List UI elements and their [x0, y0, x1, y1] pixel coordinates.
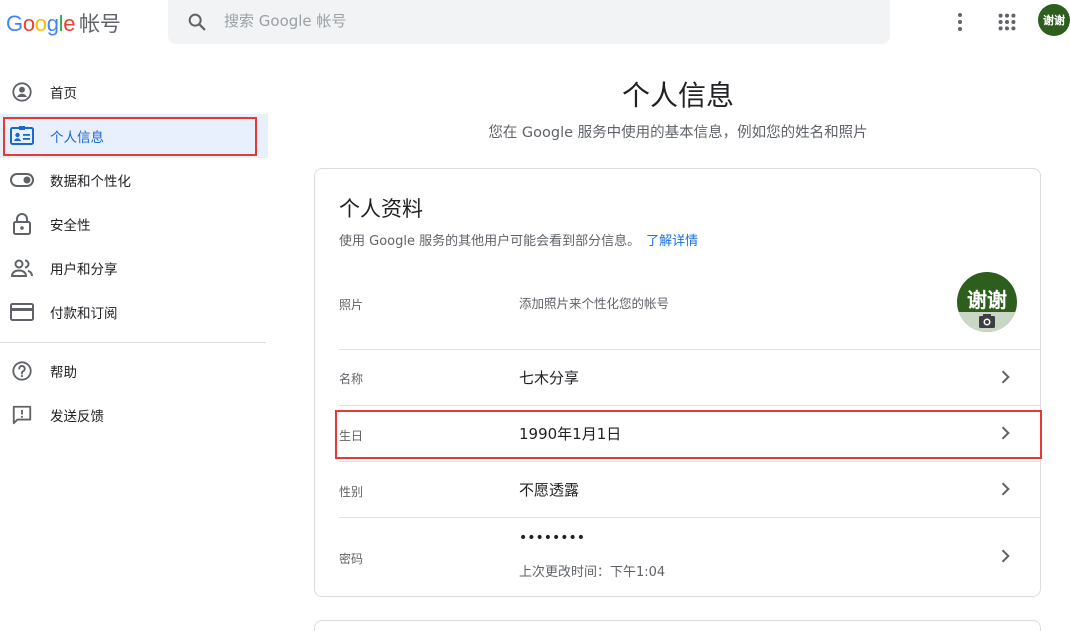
- row-label: 密码: [339, 552, 364, 566]
- sidebar-item-label: 用户和分享: [50, 262, 118, 278]
- sidebar-item-people-sharing[interactable]: 用户和分享: [0, 246, 268, 290]
- sidebar-item-label: 付款和订阅: [50, 306, 118, 322]
- password-row[interactable]: 密码 •••••••• 上次更改时间：下午1:04: [339, 518, 1041, 596]
- highlight-box: [3, 117, 257, 156]
- sidebar-item-feedback[interactable]: 发送反馈: [0, 393, 268, 437]
- card-title: 个人资料: [339, 197, 423, 221]
- highlight-box: [335, 410, 1042, 459]
- next-card: [314, 620, 1041, 631]
- top-bar: Google帐号 谢谢: [0, 0, 1070, 44]
- row-label: 名称: [339, 372, 364, 386]
- sidebar-item-help[interactable]: 帮助: [0, 349, 268, 393]
- gender-row[interactable]: 性别 不愿透露: [339, 462, 1041, 517]
- logo-letter: o: [22, 11, 35, 36]
- row-value: 添加照片来个性化您的帐号: [519, 296, 670, 311]
- account-avatar[interactable]: 谢谢: [1038, 4, 1070, 36]
- search-input[interactable]: [224, 9, 864, 33]
- feedback-icon: [10, 403, 34, 427]
- sidebar-item-label: 帮助: [50, 365, 77, 381]
- apps-grid-icon[interactable]: [993, 8, 1021, 36]
- profile-photo-avatar[interactable]: 谢谢: [957, 272, 1017, 332]
- toggle-icon: [10, 168, 34, 192]
- search-bar: [168, 0, 890, 44]
- home-icon: [10, 80, 34, 104]
- sidebar-item-home[interactable]: 首页: [0, 70, 268, 114]
- page-title: 个人信息: [621, 79, 734, 112]
- camera-icon: [957, 312, 1017, 332]
- row-label: 照片: [339, 298, 364, 312]
- lock-icon: [10, 212, 34, 236]
- logo-letter: e: [63, 11, 76, 36]
- sidebar-divider: [0, 342, 266, 343]
- password-masked: ••••••••: [519, 530, 586, 546]
- search-icon[interactable]: [186, 11, 208, 33]
- chevron-right-icon: [1001, 549, 1010, 563]
- password-last-changed: 上次更改时间：下午1:04: [519, 565, 666, 580]
- card-description: 使用 Google 服务的其他用户可能会看到部分信息。 了解详情: [339, 230, 698, 249]
- sidebar-item-security[interactable]: 安全性: [0, 202, 268, 246]
- page-subtitle: 您在 Google 服务中使用的基本信息，例如您的姓名和照片: [488, 125, 868, 141]
- sidebar-item-label: 首页: [50, 86, 77, 102]
- chevron-right-icon: [1001, 370, 1010, 384]
- photo-row[interactable]: 照片 添加照片来个性化您的帐号: [339, 273, 1041, 349]
- card-description-text: 使用 Google 服务的其他用户可能会看到部分信息。: [339, 234, 641, 249]
- logo-letter: G: [6, 11, 23, 36]
- sidebar-item-payments[interactable]: 付款和订阅: [0, 290, 268, 334]
- row-value: 七木分享: [519, 369, 580, 387]
- product-name: 帐号: [79, 13, 121, 36]
- logo-letter: g: [46, 11, 59, 36]
- sidebar-nav: 首页 个人信息 数据和个性化 安全性 用户和分享 付款和订阅 帮助 发送反馈: [0, 70, 268, 437]
- row-label: 性别: [339, 485, 364, 499]
- more-options-icon[interactable]: [946, 8, 974, 36]
- help-icon: [10, 359, 34, 383]
- avatar-text: 谢谢: [1043, 14, 1065, 27]
- row-value: 不愿透露: [519, 481, 580, 499]
- profile-card: 个人资料 使用 Google 服务的其他用户可能会看到部分信息。 了解详情 照片 …: [314, 168, 1042, 597]
- avatar-text: 谢谢: [967, 288, 1007, 312]
- logo-letter: o: [34, 11, 47, 36]
- sidebar-item-label: 安全性: [50, 218, 91, 234]
- sidebar-item-personal-info[interactable]: 个人信息: [0, 114, 268, 158]
- credit-card-icon: [10, 300, 34, 324]
- chevron-right-icon: [1001, 482, 1010, 496]
- sidebar-item-label: 数据和个性化: [50, 174, 131, 190]
- sidebar-item-label: 发送反馈: [50, 409, 104, 425]
- learn-more-link[interactable]: 了解详情: [646, 234, 698, 249]
- name-row[interactable]: 名称 七木分享: [339, 350, 1041, 405]
- people-icon: [10, 256, 34, 280]
- google-account-logo[interactable]: Google 帐号: [6, 8, 121, 38]
- sidebar-item-data-personalization[interactable]: 数据和个性化: [0, 158, 268, 202]
